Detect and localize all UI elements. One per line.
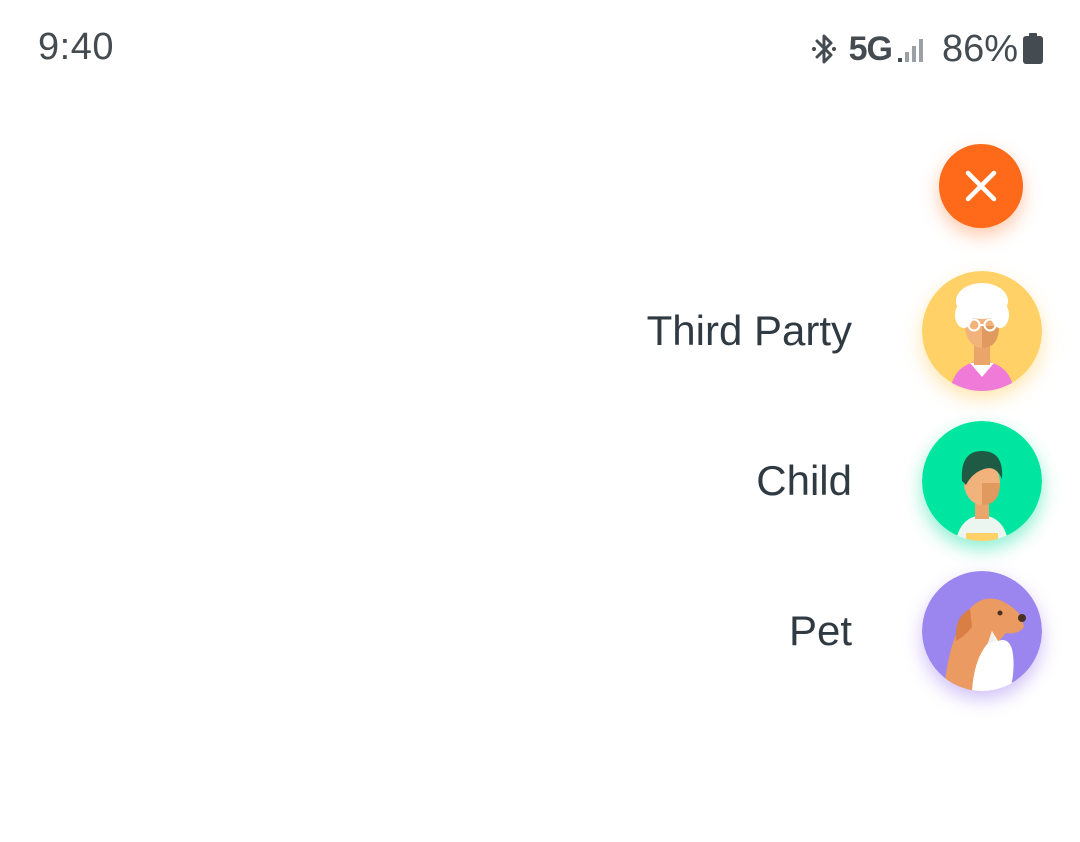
option-third-party[interactable]: Third Party: [647, 270, 1042, 392]
option-label: Third Party: [646, 307, 852, 354]
battery-icon: [1023, 33, 1043, 64]
close-button[interactable]: [939, 144, 1023, 228]
option-label: Child: [756, 457, 852, 504]
signal-icon: [897, 39, 923, 62]
dog-cat-avatar-icon[interactable]: [922, 571, 1042, 691]
status-bar: 9:40 5G 86%: [0, 0, 1080, 100]
bluetooth-icon: [811, 34, 836, 64]
elderly-woman-avatar-icon[interactable]: [922, 271, 1042, 391]
option-pet[interactable]: Pet: [789, 570, 1042, 692]
status-indicators: 5G 86%: [809, 26, 1044, 72]
battery-percent: 86%: [941, 27, 1018, 70]
status-time: 9:40: [38, 26, 114, 68]
option-label: Pet: [788, 607, 852, 654]
network-type: 5G: [848, 29, 893, 68]
close-icon: [965, 170, 997, 202]
option-child[interactable]: Child: [756, 420, 1042, 542]
child-avatar-icon[interactable]: [922, 421, 1042, 541]
